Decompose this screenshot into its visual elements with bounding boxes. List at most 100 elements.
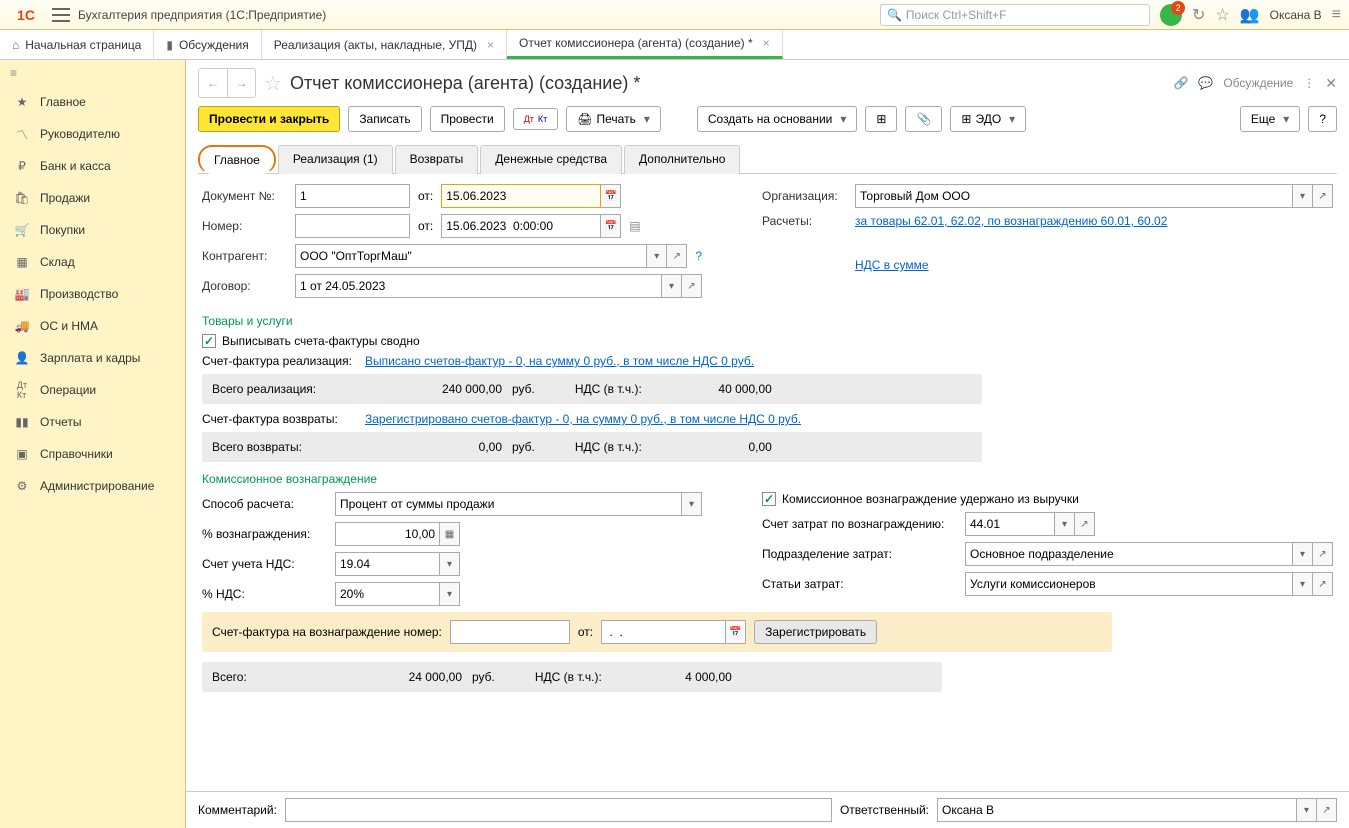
sidebar-item-assets[interactable]: 🚚ОС и НМА bbox=[0, 310, 185, 342]
calculator-icon[interactable]: ▦ bbox=[440, 522, 460, 546]
sidebar-item-admin[interactable]: ⚙Администрирование bbox=[0, 470, 185, 502]
link-icon[interactable]: 🔗 bbox=[1173, 76, 1188, 90]
tab-discussions[interactable]: ▮ Обсуждения bbox=[154, 30, 261, 59]
dropdown-icon[interactable]: ▾ bbox=[682, 492, 702, 516]
org-input[interactable] bbox=[855, 184, 1293, 208]
sidebar-item-manager[interactable]: 〽Руководителю bbox=[0, 118, 185, 150]
calendar-icon[interactable]: 📅 bbox=[601, 214, 621, 238]
sidebar-item-reports[interactable]: ▮▮Отчеты bbox=[0, 406, 185, 438]
number-input[interactable] bbox=[295, 214, 410, 238]
section-tab-main[interactable]: Главное bbox=[198, 145, 276, 174]
invoice-summary-checkbox[interactable] bbox=[202, 334, 216, 348]
contract-input[interactable] bbox=[295, 274, 662, 298]
open-icon[interactable]: ↗ bbox=[1313, 542, 1333, 566]
vat-rate-input[interactable] bbox=[335, 582, 440, 606]
close-icon[interactable]: × bbox=[487, 38, 494, 52]
dropdown-icon[interactable]: ▾ bbox=[647, 244, 667, 268]
dropdown-icon[interactable]: ▾ bbox=[440, 552, 460, 576]
division-input[interactable] bbox=[965, 542, 1293, 566]
open-icon[interactable]: ↗ bbox=[1317, 798, 1337, 822]
kebab-icon[interactable]: ⋮ bbox=[1303, 76, 1315, 90]
doc-no-input[interactable] bbox=[295, 184, 410, 208]
section-tab-realization[interactable]: Реализация (1) bbox=[278, 145, 393, 174]
post-and-close-button[interactable]: Провести и закрыть bbox=[198, 106, 340, 132]
sidebar-item-warehouse[interactable]: ▦Склад bbox=[0, 246, 185, 278]
open-icon[interactable]: ↗ bbox=[1075, 512, 1095, 536]
user-icon[interactable]: 👥 bbox=[1240, 5, 1260, 25]
sidebar-item-operations[interactable]: ДтКтОперации bbox=[0, 374, 185, 406]
user-name[interactable]: Оксана В bbox=[1270, 8, 1322, 22]
open-icon[interactable]: ↗ bbox=[1313, 184, 1333, 208]
main-menu-icon[interactable] bbox=[52, 8, 70, 22]
comment-input[interactable] bbox=[285, 798, 832, 822]
discussion-link[interactable]: Обсуждение bbox=[1223, 76, 1293, 90]
sidebar-item-bank[interactable]: ₽Банк и касса bbox=[0, 150, 185, 182]
favorite-icon[interactable]: ☆ bbox=[264, 71, 282, 96]
open-icon[interactable]: ↗ bbox=[667, 244, 687, 268]
tab-realization[interactable]: Реализация (акты, накладные, УПД) × bbox=[262, 30, 507, 59]
dropdown-icon[interactable]: ▾ bbox=[1297, 798, 1317, 822]
structure-button[interactable]: ⊞ bbox=[865, 106, 897, 132]
sidebar-item-hr[interactable]: 👤Зарплата и кадры bbox=[0, 342, 185, 374]
nav-back-button[interactable]: ← bbox=[199, 69, 227, 97]
doc-date-input[interactable] bbox=[441, 184, 601, 208]
open-icon[interactable]: ↗ bbox=[682, 274, 702, 298]
attach-button[interactable]: 📎 bbox=[905, 106, 942, 132]
exp-acc-input[interactable] bbox=[965, 512, 1055, 536]
tab-home[interactable]: ⌂ Начальная страница bbox=[0, 30, 154, 59]
dropdown-icon[interactable]: ▾ bbox=[1293, 184, 1313, 208]
search-input[interactable]: 🔍 Поиск Ctrl+Shift+F bbox=[880, 4, 1150, 26]
number-date-input[interactable] bbox=[441, 214, 601, 238]
list-icon[interactable]: ▤ bbox=[629, 219, 640, 233]
dropdown-icon[interactable]: ▾ bbox=[1055, 512, 1075, 536]
sidebar-item-production[interactable]: 🏭Производство bbox=[0, 278, 185, 310]
calendar-icon[interactable]: 📅 bbox=[726, 620, 746, 644]
vat-mode-link[interactable]: НДС в сумме bbox=[855, 258, 929, 272]
dropdown-icon[interactable]: ▾ bbox=[440, 582, 460, 606]
register-button[interactable]: Зарегистрировать bbox=[754, 620, 877, 644]
calc-link[interactable]: за товары 62.01, 62.02, по вознаграждени… bbox=[855, 214, 1167, 228]
close-icon[interactable]: × bbox=[763, 36, 770, 50]
dropdown-icon[interactable]: ▾ bbox=[1293, 572, 1313, 596]
withheld-checkbox[interactable] bbox=[762, 492, 776, 506]
counterparty-input[interactable] bbox=[295, 244, 647, 268]
tab-commission-report[interactable]: Отчет комиссионера (агента) (создание) *… bbox=[507, 30, 783, 59]
help-icon[interactable]: ? bbox=[695, 249, 702, 263]
sf-real-link[interactable]: Выписано счетов-фактур - 0, на сумму 0 р… bbox=[365, 354, 754, 368]
favorites-icon[interactable]: ☆ bbox=[1215, 5, 1229, 25]
sf-fee-date-input[interactable] bbox=[601, 620, 726, 644]
percent-input[interactable] bbox=[335, 522, 440, 546]
dropdown-icon[interactable]: ▾ bbox=[662, 274, 682, 298]
exp-item-input[interactable] bbox=[965, 572, 1293, 596]
edo-button[interactable]: ⊞ ЭДО bbox=[950, 106, 1026, 132]
menu-icon[interactable]: ≡ bbox=[1332, 6, 1341, 24]
vat-acc-input[interactable] bbox=[335, 552, 440, 576]
section-tab-additional[interactable]: Дополнительно bbox=[624, 145, 740, 174]
sidebar-item-purchases[interactable]: 🛒Покупки bbox=[0, 214, 185, 246]
close-icon[interactable]: ✕ bbox=[1325, 75, 1337, 92]
section-tab-money[interactable]: Денежные средства bbox=[480, 145, 622, 174]
create-based-button[interactable]: Создать на основании bbox=[697, 106, 858, 132]
dropdown-icon[interactable]: ▾ bbox=[1293, 542, 1313, 566]
responsible-input[interactable] bbox=[937, 798, 1297, 822]
dtkt-button[interactable]: ДтКт bbox=[513, 108, 559, 130]
notifications-icon[interactable]: 2 bbox=[1160, 4, 1182, 26]
more-button[interactable]: Еще bbox=[1240, 106, 1300, 132]
sidebar-item-sales[interactable]: 🛍Продажи bbox=[0, 182, 185, 214]
nav-forward-button[interactable]: → bbox=[227, 69, 255, 97]
help-button[interactable]: ? bbox=[1308, 106, 1337, 132]
history-icon[interactable]: ↻ bbox=[1192, 5, 1205, 25]
sidebar-item-catalogs[interactable]: ▣Справочники bbox=[0, 438, 185, 470]
print-button[interactable]: 🖨Печать bbox=[566, 106, 661, 132]
calc-method-input[interactable] bbox=[335, 492, 682, 516]
sidebar-item-main[interactable]: ★Главное bbox=[0, 86, 185, 118]
write-button[interactable]: Записать bbox=[348, 106, 421, 132]
section-tab-returns[interactable]: Возвраты bbox=[395, 145, 479, 174]
post-button[interactable]: Провести bbox=[430, 106, 505, 132]
discuss-icon[interactable]: 💬 bbox=[1198, 76, 1213, 90]
open-icon[interactable]: ↗ bbox=[1313, 572, 1333, 596]
sf-fee-number-input[interactable] bbox=[450, 620, 570, 644]
sf-ret-link[interactable]: Зарегистрировано счетов-фактур - 0, на с… bbox=[365, 412, 801, 426]
sidebar-collapse-icon[interactable]: ≡ bbox=[0, 60, 185, 86]
calendar-icon[interactable]: 📅 bbox=[601, 184, 621, 208]
